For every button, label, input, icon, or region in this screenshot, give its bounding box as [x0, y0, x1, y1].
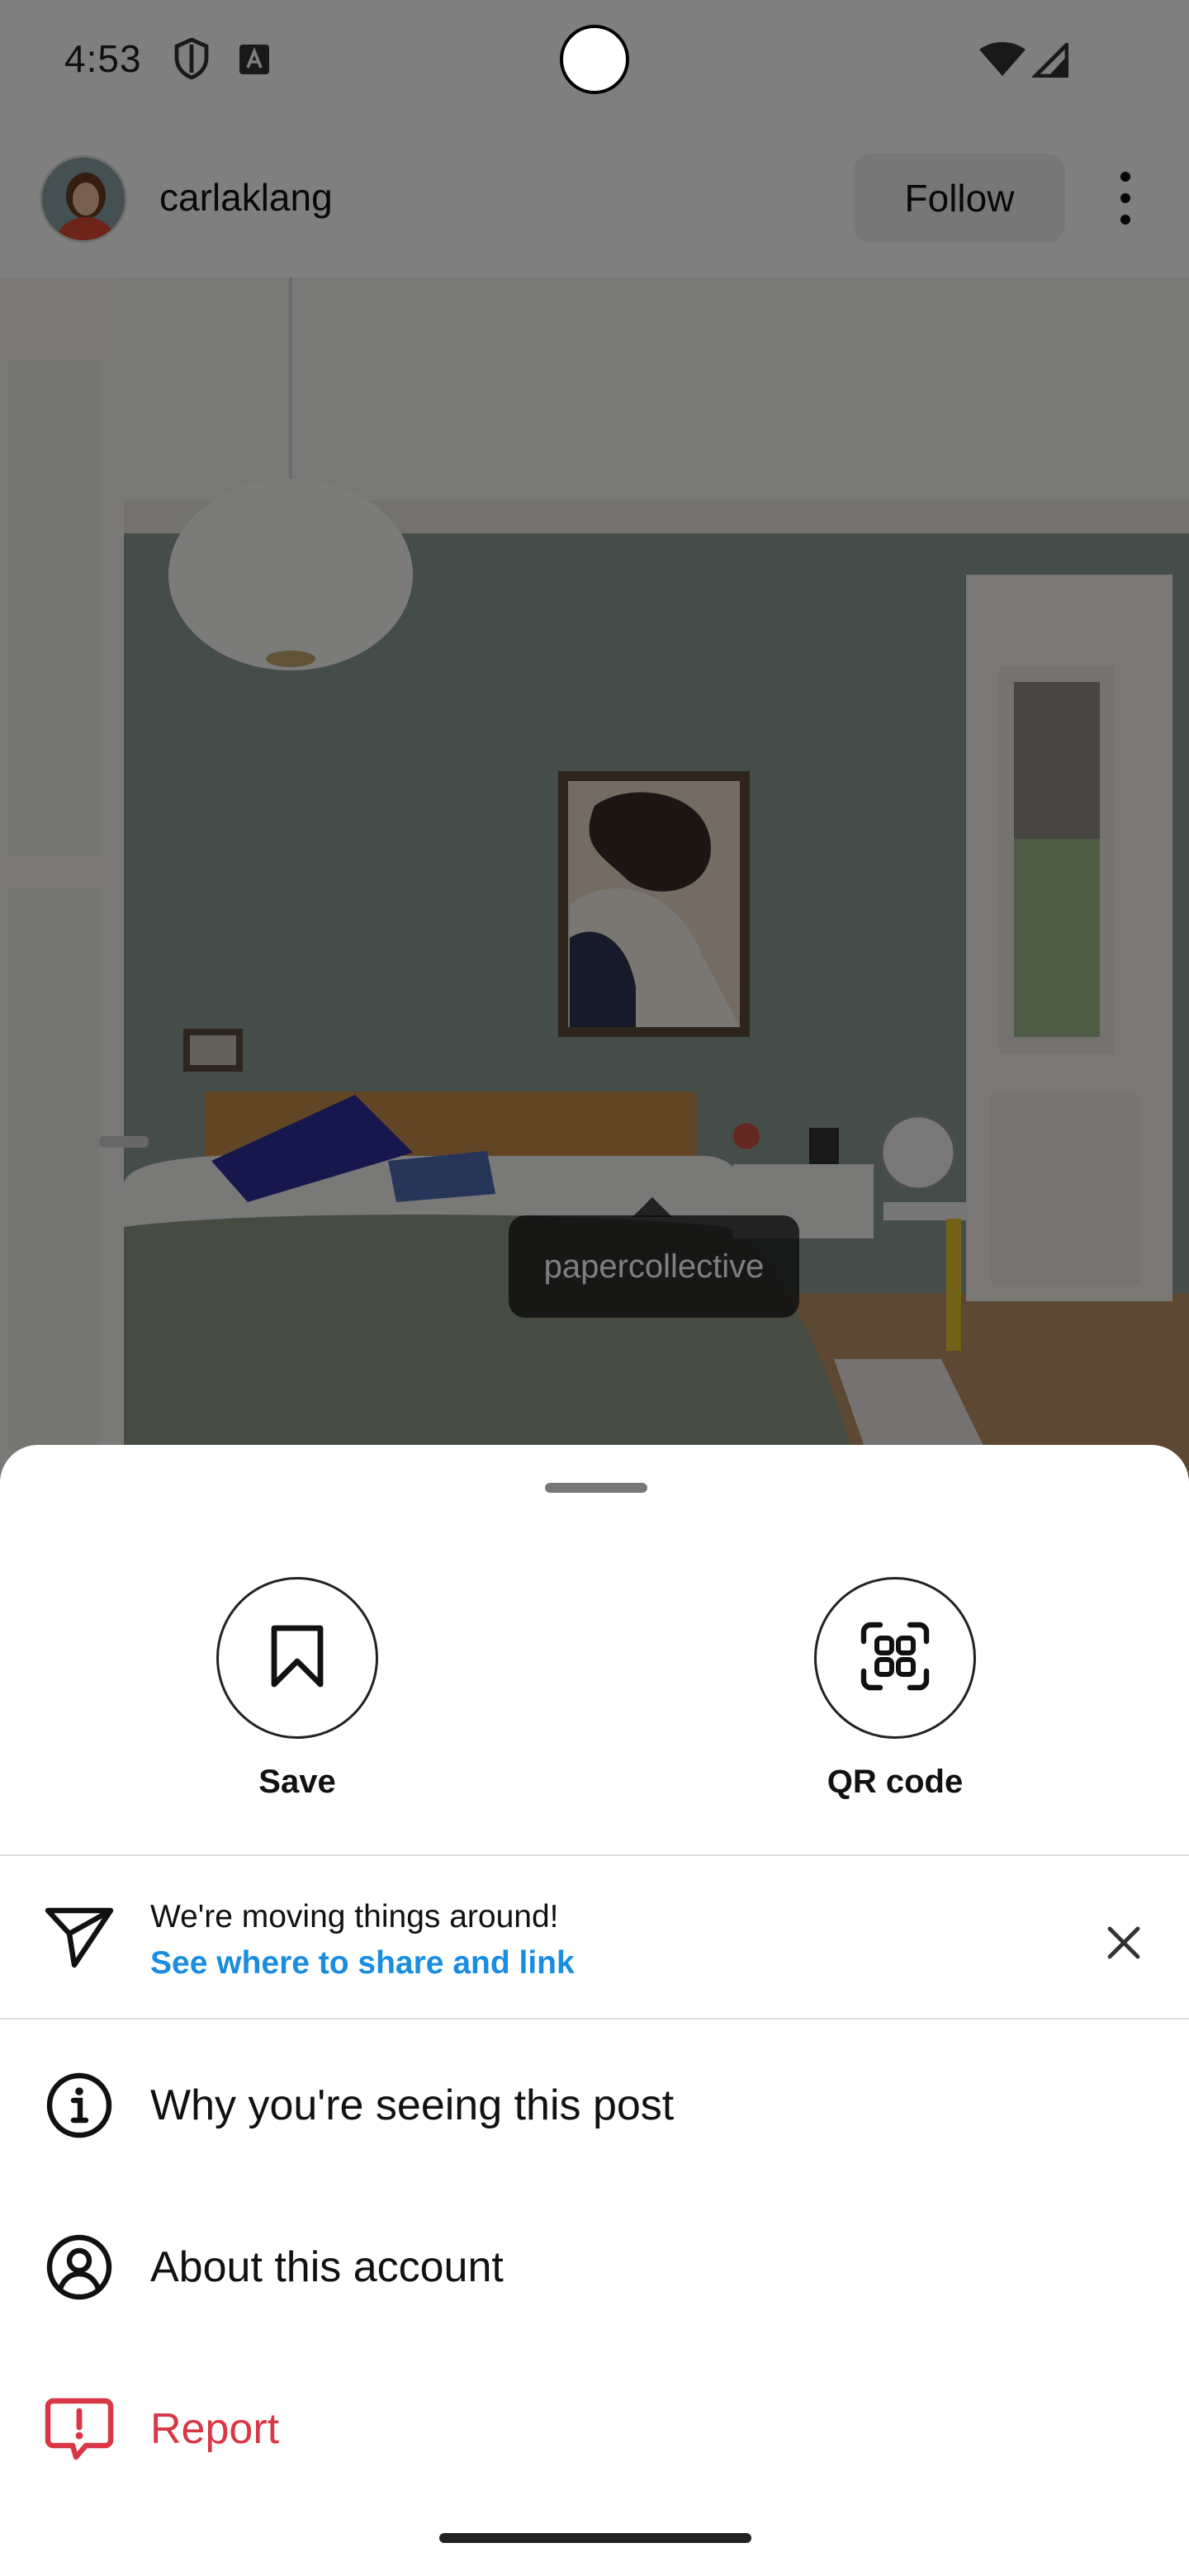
- about-account-label: About this account: [150, 2243, 504, 2291]
- qr-code-button-circle: [814, 1577, 976, 1739]
- why-seeing-post-item[interactable]: Why you're seeing this post: [0, 2023, 1189, 2185]
- screen: 4:53 carlaklang: [0, 0, 1189, 2576]
- qr-code-label: QR code: [827, 1764, 964, 1800]
- share-notice: We're moving things around! See where to…: [0, 1859, 1189, 2023]
- qr-code-icon: [860, 1622, 930, 1695]
- about-account-item[interactable]: About this account: [0, 2185, 1189, 2346]
- account-icon: [45, 2233, 114, 2302]
- paper-plane-icon: [45, 1906, 114, 1972]
- see-where-to-share-link[interactable]: See where to share and link: [150, 1945, 575, 1982]
- why-seeing-post-label: Why you're seeing this post: [150, 2081, 675, 2129]
- drag-handle[interactable]: [545, 1483, 647, 1493]
- save-button[interactable]: Save: [190, 1577, 405, 1801]
- post-options-sheet: Save QR code We're moving things around!…: [0, 1445, 1189, 2576]
- home-indicator[interactable]: [439, 2533, 751, 2543]
- save-label: Save: [258, 1764, 336, 1800]
- report-icon: [45, 2394, 114, 2464]
- report-label: Report: [150, 2405, 280, 2453]
- camera-cutout: [560, 25, 629, 94]
- info-icon: [45, 2071, 114, 2140]
- divider: [0, 2018, 1189, 2020]
- notice-title: We're moving things around!: [150, 1899, 559, 1934]
- report-item[interactable]: Report: [0, 2346, 1189, 2508]
- bookmark-icon: [269, 1625, 325, 1692]
- save-button-circle: [216, 1577, 378, 1739]
- close-icon[interactable]: [1103, 1922, 1144, 1963]
- divider: [0, 1854, 1189, 1856]
- qr-code-button[interactable]: QR code: [788, 1577, 1002, 1801]
